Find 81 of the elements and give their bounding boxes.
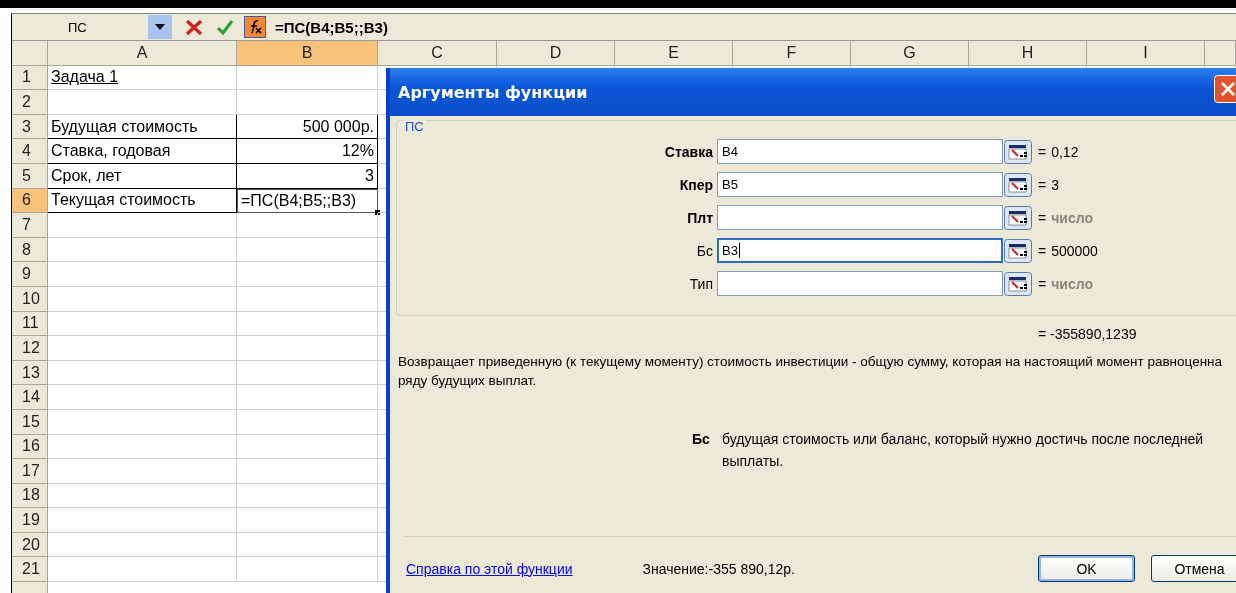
check-icon[interactable] (216, 18, 234, 36)
row-header[interactable]: 5 (12, 163, 48, 189)
equals-sign: = (1038, 275, 1047, 292)
row-header[interactable]: 21 (12, 557, 48, 583)
close-icon[interactable] (1214, 75, 1236, 103)
table-cell: Будущая стоимость (48, 114, 237, 140)
cancel-icon[interactable] (185, 18, 203, 36)
value-label: Значение: (642, 560, 709, 577)
argument-result: 0,12 (1051, 143, 1079, 160)
argument-name: Бс (692, 430, 711, 449)
argument-field[interactable]: B5 (717, 172, 1003, 197)
row-header[interactable]: 8 (12, 237, 48, 263)
row-header[interactable]: 15 (12, 409, 48, 435)
help-link[interactable]: Справка по этой функции (406, 560, 573, 577)
column-header[interactable]: B (237, 41, 378, 66)
row-header[interactable]: 1 (12, 65, 48, 91)
formula-result: = -355890,1239 (1038, 326, 1138, 342)
argument-result: 3 (1051, 176, 1059, 193)
row-header[interactable]: 6 (12, 188, 48, 214)
row-header[interactable]: 16 (12, 434, 48, 460)
column-header[interactable]: H (969, 41, 1087, 66)
row-header[interactable]: 13 (12, 360, 48, 386)
argument-label: Кпер (678, 176, 713, 193)
equals-sign: = (1038, 176, 1047, 193)
equals-sign: = (1038, 242, 1047, 259)
caret-icon (155, 24, 165, 30)
argument-description: будущая стоимость или баланс, который нужно достичь после последней выплаты. (722, 430, 1205, 471)
row-header[interactable]: 20 (12, 532, 48, 558)
function-description: Возвращает приведенную (к текущему моменту) стоимость инвестиции - общую сумму, которая на настоящий момент равноценна ряду будущих выплат. (398, 353, 1224, 390)
row-header[interactable]: 14 (12, 385, 48, 410)
table-cell: 3 (237, 163, 378, 189)
function-icon[interactable] (244, 16, 266, 38)
argument-result: число (1051, 209, 1093, 226)
argument-field[interactable] (717, 205, 1003, 230)
row-header[interactable]: 10 (12, 286, 48, 312)
argument-field[interactable]: B4 (717, 139, 1003, 164)
argument-field[interactable]: B3 (717, 238, 1003, 263)
row-header[interactable]: 12 (12, 336, 48, 361)
table-cell: Задача 1 (48, 65, 237, 91)
argument-label: Плт (686, 209, 713, 226)
argument-label: Ставка (663, 143, 713, 160)
formula-text[interactable]: =ПС(B4;B5;;B3) (275, 18, 388, 36)
column-header[interactable]: A (48, 41, 237, 66)
table-cell: Срок, лет (48, 163, 237, 189)
collapse-dialog-icon[interactable] (1004, 205, 1032, 230)
collapse-dialog-icon[interactable] (1004, 238, 1032, 263)
ok-button[interactable]: OK (1038, 555, 1135, 582)
argument-result: 500000 (1051, 242, 1098, 259)
collapse-dialog-icon[interactable] (1004, 172, 1032, 197)
table-cell: =ПС(B4;B5;;B3) (237, 188, 378, 214)
column-header[interactable]: F (733, 41, 851, 66)
collapse-dialog-icon[interactable] (1004, 139, 1032, 164)
argument-label: Бс (695, 242, 713, 259)
equals-sign: = (1038, 143, 1047, 160)
row-header[interactable]: 9 (12, 262, 48, 287)
row-header[interactable]: 2 (12, 90, 48, 115)
argument-label: Тип (688, 275, 713, 292)
table-cell: 12% (237, 139, 378, 164)
window-title: Аргументы функции (398, 82, 588, 102)
row-header[interactable]: 17 (12, 459, 48, 484)
dropdown-button[interactable] (148, 15, 172, 39)
column-header[interactable]: C (378, 41, 497, 66)
row-header[interactable]: 11 (12, 311, 48, 337)
column-header[interactable]: E (615, 41, 733, 66)
group-label: ПС (403, 119, 426, 134)
column-header[interactable]: D (497, 41, 615, 66)
row-header[interactable]: 18 (12, 483, 48, 509)
argument-field[interactable] (717, 271, 1003, 296)
column-header[interactable]: I (1087, 41, 1205, 66)
value-text: -355 890,12р. (708, 560, 795, 577)
table-cell: 500 000р. (237, 114, 378, 140)
row-header[interactable]: 4 (12, 139, 48, 164)
row-header[interactable]: 19 (12, 508, 48, 533)
argument-result: число (1051, 275, 1093, 292)
equals-sign: = (1038, 209, 1047, 226)
column-header[interactable]: G (851, 41, 969, 66)
collapse-dialog-icon[interactable] (1004, 271, 1032, 296)
table-cell: Ставка, годовая (48, 139, 237, 164)
cancel-button[interactable]: Отмена (1151, 555, 1236, 582)
row-header[interactable]: 7 (12, 213, 48, 238)
row-header[interactable]: 3 (12, 114, 48, 140)
